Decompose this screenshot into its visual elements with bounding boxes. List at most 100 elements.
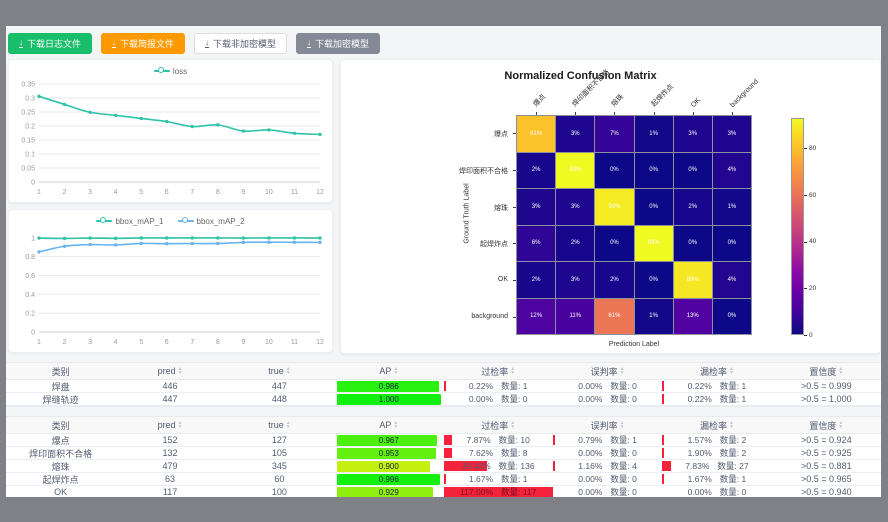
ap-cell: 0.929 bbox=[334, 486, 443, 497]
rate-count: 数量: 0 bbox=[610, 393, 636, 405]
sort-caret-icon[interactable]: ▲▼ bbox=[729, 367, 734, 375]
confusion-matrix-grid: 81%3%7%1%3%3%2%93%0%0%0%4%3%3%90%0%2%1%6… bbox=[516, 115, 752, 335]
legend-label: bbox_mAP_2 bbox=[197, 217, 245, 226]
download-icon: ↓ bbox=[19, 39, 23, 48]
legend-item-bbox_mAP_1[interactable]: bbox_mAP_1 bbox=[96, 217, 163, 226]
rate-value: 0.00% bbox=[578, 381, 602, 391]
column-header-6[interactable]: 漏检率▲▼ bbox=[662, 363, 771, 379]
download-icon: ↓ bbox=[307, 39, 311, 48]
column-header-5[interactable]: 误判率▲▼ bbox=[553, 417, 662, 433]
legend-item-bbox_mAP_2[interactable]: bbox_mAP_2 bbox=[178, 217, 245, 226]
sort-caret-icon[interactable]: ▲▼ bbox=[838, 421, 843, 429]
svg-text:9: 9 bbox=[241, 189, 245, 196]
true-cell: 448 bbox=[225, 393, 334, 405]
matrix-cell: 4% bbox=[713, 262, 751, 298]
download-unencrypted-model-button[interactable]: ↓ 下载非加密模型 bbox=[194, 33, 287, 54]
matrix-cell: 2% bbox=[595, 262, 633, 298]
confidence-cell: >0.5 = 1.000 bbox=[772, 393, 881, 405]
svg-text:3: 3 bbox=[88, 189, 92, 196]
column-title: 置信度 bbox=[809, 365, 836, 378]
column-header-7[interactable]: 置信度▲▼ bbox=[772, 417, 881, 433]
table-row: OK1171000.929117.00%数量: 1170.00%数量: 00.0… bbox=[6, 486, 881, 497]
svg-text:10: 10 bbox=[265, 339, 273, 346]
axis-tick bbox=[536, 112, 537, 115]
column-header-2[interactable]: true▲▼ bbox=[225, 363, 334, 379]
sort-caret-icon[interactable]: ▲▼ bbox=[393, 367, 398, 375]
rate-value: 0.22% bbox=[688, 381, 712, 391]
svg-text:0: 0 bbox=[31, 330, 35, 337]
rate-count: 数量: 4 bbox=[610, 460, 636, 472]
svg-text:1: 1 bbox=[37, 189, 41, 196]
column-header-1[interactable]: pred▲▼ bbox=[115, 417, 224, 433]
column-header-4[interactable]: 过检率▲▼ bbox=[444, 363, 553, 379]
sort-caret-icon[interactable]: ▲▼ bbox=[838, 367, 843, 375]
legend-mark-icon bbox=[178, 217, 194, 225]
svg-text:5: 5 bbox=[139, 339, 143, 346]
class-cell: 起焊炸点 bbox=[6, 473, 115, 485]
colorbar-tick bbox=[804, 242, 807, 243]
sort-caret-icon[interactable]: ▲▼ bbox=[393, 421, 398, 429]
miss-rate-cell: 0.22%数量: 1 bbox=[662, 393, 771, 405]
class-cell: 爆点 bbox=[6, 434, 115, 446]
rate-count: 数量: 1 bbox=[720, 393, 746, 405]
rate-value: 0.00% bbox=[578, 474, 602, 484]
column-header-4[interactable]: 过检率▲▼ bbox=[444, 417, 553, 433]
matrix-cell: 3% bbox=[517, 189, 555, 225]
axis-tick bbox=[654, 112, 655, 115]
column-header-5[interactable]: 误判率▲▼ bbox=[553, 363, 662, 379]
column-header-2[interactable]: true▲▼ bbox=[225, 417, 334, 433]
svg-text:0.6: 0.6 bbox=[25, 273, 35, 280]
svg-text:7: 7 bbox=[190, 189, 194, 196]
sort-caret-icon[interactable]: ▲▼ bbox=[178, 367, 183, 375]
pred-cell: 132 bbox=[115, 447, 224, 459]
svg-text:0.15: 0.15 bbox=[21, 138, 35, 145]
svg-text:11: 11 bbox=[291, 189, 298, 196]
sort-caret-icon[interactable]: ▲▼ bbox=[286, 367, 291, 375]
column-header-3[interactable]: AP▲▼ bbox=[334, 363, 443, 379]
column-header-6[interactable]: 漏检率▲▼ bbox=[662, 417, 771, 433]
column-title: true bbox=[268, 366, 284, 376]
download-log-file-button[interactable]: ↓ 下载日志文件 bbox=[8, 33, 92, 54]
miss-rate-cell: 0.22% 数量: 1 bbox=[662, 380, 771, 392]
colorbar-tick bbox=[804, 335, 807, 336]
true-cell: 100 bbox=[225, 486, 334, 497]
axis-tick bbox=[614, 112, 615, 115]
sort-caret-icon[interactable]: ▲▼ bbox=[286, 421, 291, 429]
rate-value: 1.16% bbox=[578, 461, 602, 471]
rate-count: 数量: 1 bbox=[720, 380, 746, 392]
download-icon: ↓ bbox=[112, 39, 116, 48]
sort-caret-icon[interactable]: ▲▼ bbox=[510, 421, 515, 429]
rate-count: 数量: 0 bbox=[610, 447, 636, 459]
ap-value: 0.929 bbox=[337, 487, 440, 498]
sort-caret-icon[interactable]: ▲▼ bbox=[620, 421, 625, 429]
matrix-cell: 3% bbox=[556, 262, 594, 298]
colorbar-tick bbox=[804, 288, 807, 289]
svg-text:10: 10 bbox=[265, 189, 273, 196]
sort-caret-icon[interactable]: ▲▼ bbox=[178, 421, 183, 429]
download-encrypted-model-button[interactable]: ↓ 下载加密模型 bbox=[296, 33, 380, 54]
column-header-3[interactable]: AP▲▼ bbox=[334, 417, 443, 433]
sort-caret-icon[interactable]: ▲▼ bbox=[620, 367, 625, 375]
rate-value: 0.00% bbox=[578, 487, 602, 497]
svg-text:12: 12 bbox=[316, 189, 324, 196]
misjudge-rate-cell: 0.00%数量: 0 bbox=[553, 393, 662, 405]
download-report-file-button[interactable]: ↓ 下载简报文件 bbox=[101, 33, 185, 54]
metrics-tables: 类别pred▲▼true▲▼AP▲▼过检率▲▼误判率▲▼漏检率▲▼置信度▲▼焊盘… bbox=[6, 362, 881, 497]
rate-count: 数量: 0 bbox=[610, 380, 636, 392]
confidence-cell: >0.5 = 0.940 bbox=[772, 486, 881, 497]
rate-value: 0.79% bbox=[578, 435, 602, 445]
svg-text:6: 6 bbox=[165, 189, 169, 196]
svg-text:12: 12 bbox=[316, 339, 324, 346]
svg-text:0: 0 bbox=[31, 180, 35, 187]
rate-count: 数量: 0 bbox=[610, 486, 636, 497]
matrix-row-label: background bbox=[388, 313, 508, 320]
column-header-1[interactable]: pred▲▼ bbox=[115, 363, 224, 379]
sort-caret-icon[interactable]: ▲▼ bbox=[729, 421, 734, 429]
legend-item-loss[interactable]: loss bbox=[154, 67, 187, 76]
column-title: 类别 bbox=[52, 365, 70, 378]
matrix-row-label: OK bbox=[388, 276, 508, 283]
legend-mark-icon bbox=[154, 67, 170, 75]
sort-caret-icon[interactable]: ▲▼ bbox=[510, 367, 515, 375]
true-cell: 127 bbox=[225, 434, 334, 446]
column-header-7[interactable]: 置信度▲▼ bbox=[772, 363, 881, 379]
